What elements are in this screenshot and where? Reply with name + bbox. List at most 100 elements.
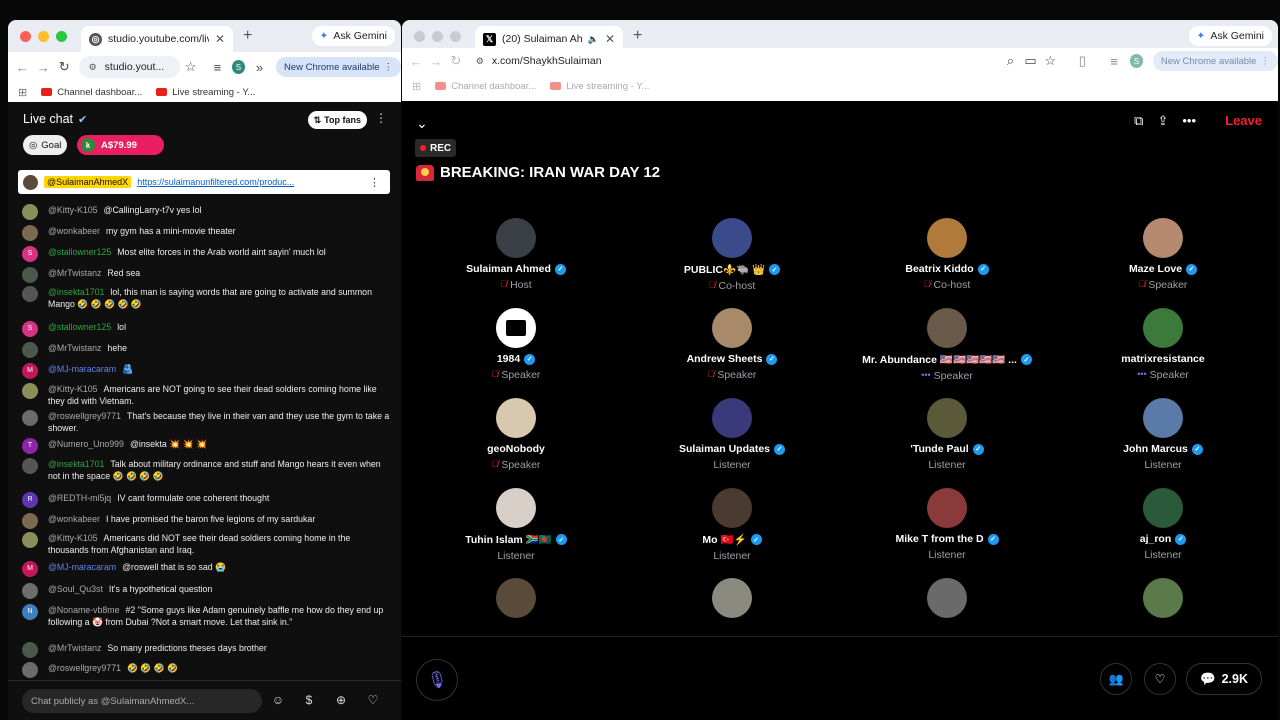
chat-author[interactable]: @MrTwistanz xyxy=(48,643,101,653)
chat-author[interactable]: @Kitty-K105 xyxy=(48,533,98,543)
avatar[interactable] xyxy=(22,532,38,548)
chat-message[interactable]: @insekta1701 Talk about military ordinanc… xyxy=(22,458,392,482)
participant[interactable] xyxy=(421,578,611,618)
avatar[interactable] xyxy=(22,225,38,241)
chat-menu-icon[interactable]: ⋮ xyxy=(375,111,387,125)
add-icon[interactable]: ⊕ xyxy=(333,693,349,709)
avatar[interactable] xyxy=(496,578,536,618)
avatar[interactable] xyxy=(496,308,536,348)
chat-author[interactable]: @insekta1701 xyxy=(48,287,104,297)
reload-icon[interactable]: ↻ xyxy=(54,59,75,75)
participant[interactable]: Mike T from the D ✓ Listener xyxy=(852,488,1042,561)
avatar[interactable] xyxy=(927,218,967,258)
bookmark-live-streaming[interactable]: Live streaming - Y... xyxy=(156,87,255,98)
minimize-window-button[interactable] xyxy=(38,30,49,42)
chat-message[interactable]: S @stallowner125 Most elite forces in the … xyxy=(22,246,392,262)
minimize-window-button[interactable] xyxy=(432,30,443,42)
apps-grid-icon[interactable]: ⊞ xyxy=(18,86,27,99)
chat-author[interactable]: @wonkabeer xyxy=(48,514,100,524)
new-chrome-available-button[interactable]: New Chrome available ⋮ xyxy=(1152,51,1278,71)
participant[interactable]: Maze Love ✓ 🎙̸ Speaker xyxy=(1068,218,1258,291)
sidebar-icon[interactable]: ▯ xyxy=(1072,53,1092,69)
avatar[interactable] xyxy=(22,642,38,658)
avatar[interactable] xyxy=(22,410,38,426)
address-bar[interactable]: ⚙ x.com/ShaykhSulaiman xyxy=(465,50,921,72)
participant[interactable]: 1984 ✓ 🎙̸ Speaker xyxy=(421,308,611,381)
pinned-message[interactable]: @SulaimanAhmedX https://sulaimanunfilter… xyxy=(18,170,390,194)
back-icon[interactable]: ← xyxy=(406,54,426,69)
bookmark-channel-dashboard[interactable]: Channel dashboar... xyxy=(435,81,536,92)
avatar[interactable] xyxy=(1143,218,1183,258)
avatar[interactable] xyxy=(712,308,752,348)
tab-youtube-studio[interactable]: ◎ studio.youtube.com/live_cha ✕ xyxy=(81,26,233,52)
reload-icon[interactable]: ↻ xyxy=(446,53,466,69)
avatar[interactable] xyxy=(1143,398,1183,438)
chat-message[interactable]: M @MJ-maracaram 🫂 xyxy=(22,363,392,379)
chat-message[interactable]: @Kitty-K105 @CallingLarry-t7v yes lol xyxy=(22,204,392,220)
pinned-author[interactable]: @SulaimanAhmedX xyxy=(44,176,132,188)
chat-author[interactable]: @Noname-vb8me xyxy=(48,605,120,615)
avatar[interactable] xyxy=(22,286,38,302)
more-icon[interactable]: ••• xyxy=(1182,113,1196,129)
avatar[interactable] xyxy=(1143,308,1183,348)
chat-message[interactable]: T @Numero_Uno999 @insekta 💥 💥 💥 xyxy=(22,438,392,454)
chat-author[interactable]: @Kitty-K105 xyxy=(48,384,98,394)
avatar[interactable] xyxy=(1143,488,1183,528)
chat-author[interactable]: @Numero_Uno999 xyxy=(48,439,124,449)
audio-playing-icon[interactable]: 🔈 xyxy=(588,34,599,45)
avatar[interactable]: M xyxy=(22,363,38,379)
menu-kebab-icon[interactable]: ⋮ xyxy=(384,62,394,73)
chat-author[interactable]: @wonkabeer xyxy=(48,226,100,236)
chat-message[interactable]: N @Noname-vb8me #2 "Some guys like Adam ge… xyxy=(22,604,392,628)
chat-message[interactable]: @wonkabeer my gym has a mini-movie theate… xyxy=(22,225,392,241)
chat-message[interactable]: @MrTwistanz Red sea xyxy=(22,267,392,283)
comments-button[interactable]: 💬 2.9K xyxy=(1186,663,1262,695)
apps-grid-icon[interactable]: ⊞ xyxy=(412,80,421,93)
chat-message[interactable]: R @REDTH-ml5jq IV cant formulate one coher… xyxy=(22,492,392,508)
new-tab-button[interactable]: + xyxy=(243,27,252,45)
chat-message[interactable]: @Soul_Qu3st It's a hypothetical question xyxy=(22,583,392,599)
avatar[interactable] xyxy=(22,458,38,474)
avatar[interactable] xyxy=(22,662,38,678)
avatar[interactable] xyxy=(22,342,38,358)
avatar[interactable] xyxy=(22,383,38,399)
bookmark-star-icon[interactable]: ☆ xyxy=(1040,53,1060,69)
chat-author[interactable]: @stallowner125 xyxy=(48,322,111,332)
avatar[interactable] xyxy=(22,204,38,220)
new-tab-button[interactable]: + xyxy=(633,27,642,45)
avatar[interactable] xyxy=(1143,578,1183,618)
ask-gemini-button[interactable]: ✦ Ask Gemini xyxy=(1188,26,1272,46)
participant[interactable]: matrixresistance ••• Speaker xyxy=(1068,308,1258,381)
top-fans-dropdown[interactable]: ⇅ Top fans xyxy=(307,111,367,129)
chat-author[interactable]: @Soul_Qu3st xyxy=(48,584,103,594)
profile-avatar[interactable]: S xyxy=(231,60,246,74)
participant[interactable]: Tuhin Islam 🇿🇦🇧🇩 ✓ Listener xyxy=(421,488,611,562)
chat-author[interactable]: @MJ-maracaram xyxy=(48,364,116,374)
reactions-button[interactable]: ♡ xyxy=(1144,663,1176,695)
participant[interactable]: 'Tunde Paul ✓ Listener xyxy=(852,398,1042,471)
avatar[interactable] xyxy=(927,398,967,438)
avatar[interactable] xyxy=(712,488,752,528)
leave-button[interactable]: Leave xyxy=(1225,113,1262,128)
pinned-menu-icon[interactable]: ⋮ xyxy=(369,176,380,189)
microphone-button[interactable]: 🎙 xyxy=(416,659,458,701)
goal-chip[interactable]: ◎ Goal xyxy=(23,135,68,155)
avatar[interactable] xyxy=(22,583,38,599)
participant[interactable]: Sulaiman Ahmed ✓ 🎙̸ Host xyxy=(421,218,611,291)
avatar[interactable] xyxy=(712,218,752,258)
chat-author[interactable]: @roswellgrey9771 xyxy=(48,411,121,421)
pinned-link[interactable]: https://sulaimanunfiltered.com/produc... xyxy=(137,177,294,187)
share-icon[interactable]: ⇪ xyxy=(1157,113,1168,129)
avatar[interactable]: R xyxy=(22,492,38,508)
participant[interactable] xyxy=(637,578,827,618)
avatar[interactable] xyxy=(927,488,967,528)
avatar[interactable] xyxy=(496,218,536,258)
ask-gemini-button[interactable]: ✦ Ask Gemini xyxy=(311,26,395,46)
avatar[interactable]: S xyxy=(22,246,38,262)
extensions-chevron-icon[interactable]: » xyxy=(249,60,270,75)
chat-author[interactable]: @roswellgrey9771 xyxy=(48,663,121,673)
emoji-icon[interactable]: ☺ xyxy=(270,693,286,709)
heart-icon[interactable]: ♡ xyxy=(365,693,381,709)
participant[interactable]: Andrew Sheets ✓ 🎙̸ Speaker xyxy=(637,308,827,381)
avatar[interactable]: N xyxy=(22,604,38,620)
